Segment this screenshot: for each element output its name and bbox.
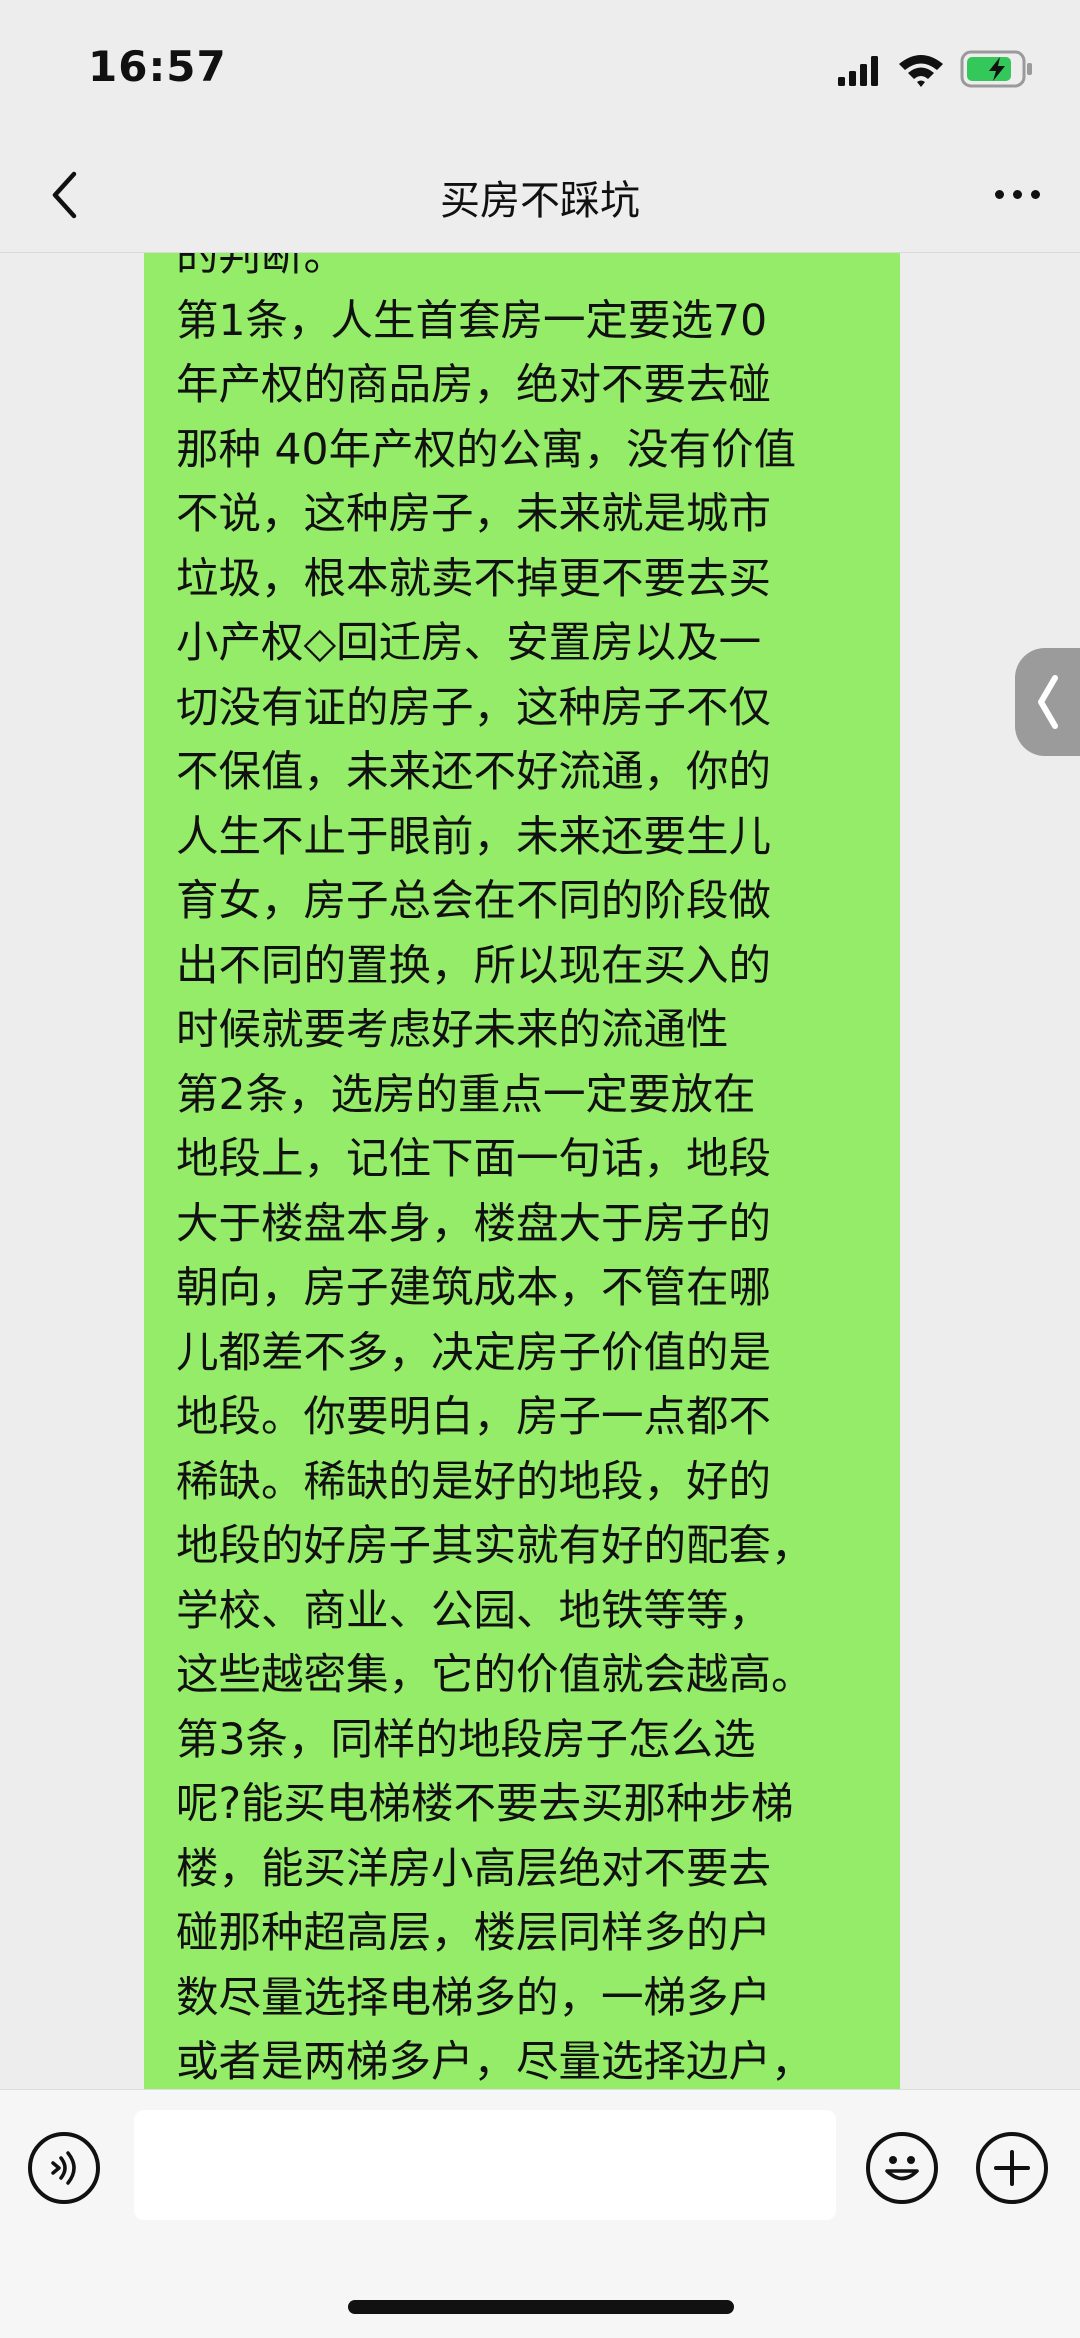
voice-icon <box>51 2151 76 2185</box>
more-dots-icon <box>994 189 1004 199</box>
chat-area[interactable]: 的判断。 第1条，人生首套房一定要选70 年产权的商品房，绝对不要去碰 那种 4… <box>0 253 1080 2089</box>
chevron-left-icon <box>1037 675 1058 729</box>
message-bubble[interactable]: 的判断。 第1条，人生首套房一定要选70 年产权的商品房，绝对不要去碰 那种 4… <box>144 253 900 2089</box>
emoji-button[interactable] <box>866 2132 938 2204</box>
chat-title: 买房不踩坑 <box>440 178 640 224</box>
signal-icon <box>838 56 878 86</box>
emoji-icon <box>885 2156 919 2181</box>
status-time: 16:57 <box>88 42 227 91</box>
status-bar: 16:57 <box>0 0 1080 140</box>
voice-button[interactable] <box>28 2132 100 2204</box>
home-indicator <box>348 2300 734 2314</box>
side-handle[interactable] <box>1015 648 1080 756</box>
navigation-bar: 买房不踩坑 <box>0 140 1080 253</box>
message-input[interactable] <box>134 2110 836 2220</box>
plus-icon <box>994 2150 1030 2186</box>
battery-icon <box>960 50 1032 88</box>
more-button[interactable] <box>982 174 1052 214</box>
message-text: 的判断。 第1条，人生首套房一定要选70 年产权的商品房，绝对不要去碰 那种 4… <box>176 253 814 2087</box>
wifi-icon <box>899 55 943 87</box>
plus-button[interactable] <box>976 2132 1048 2204</box>
